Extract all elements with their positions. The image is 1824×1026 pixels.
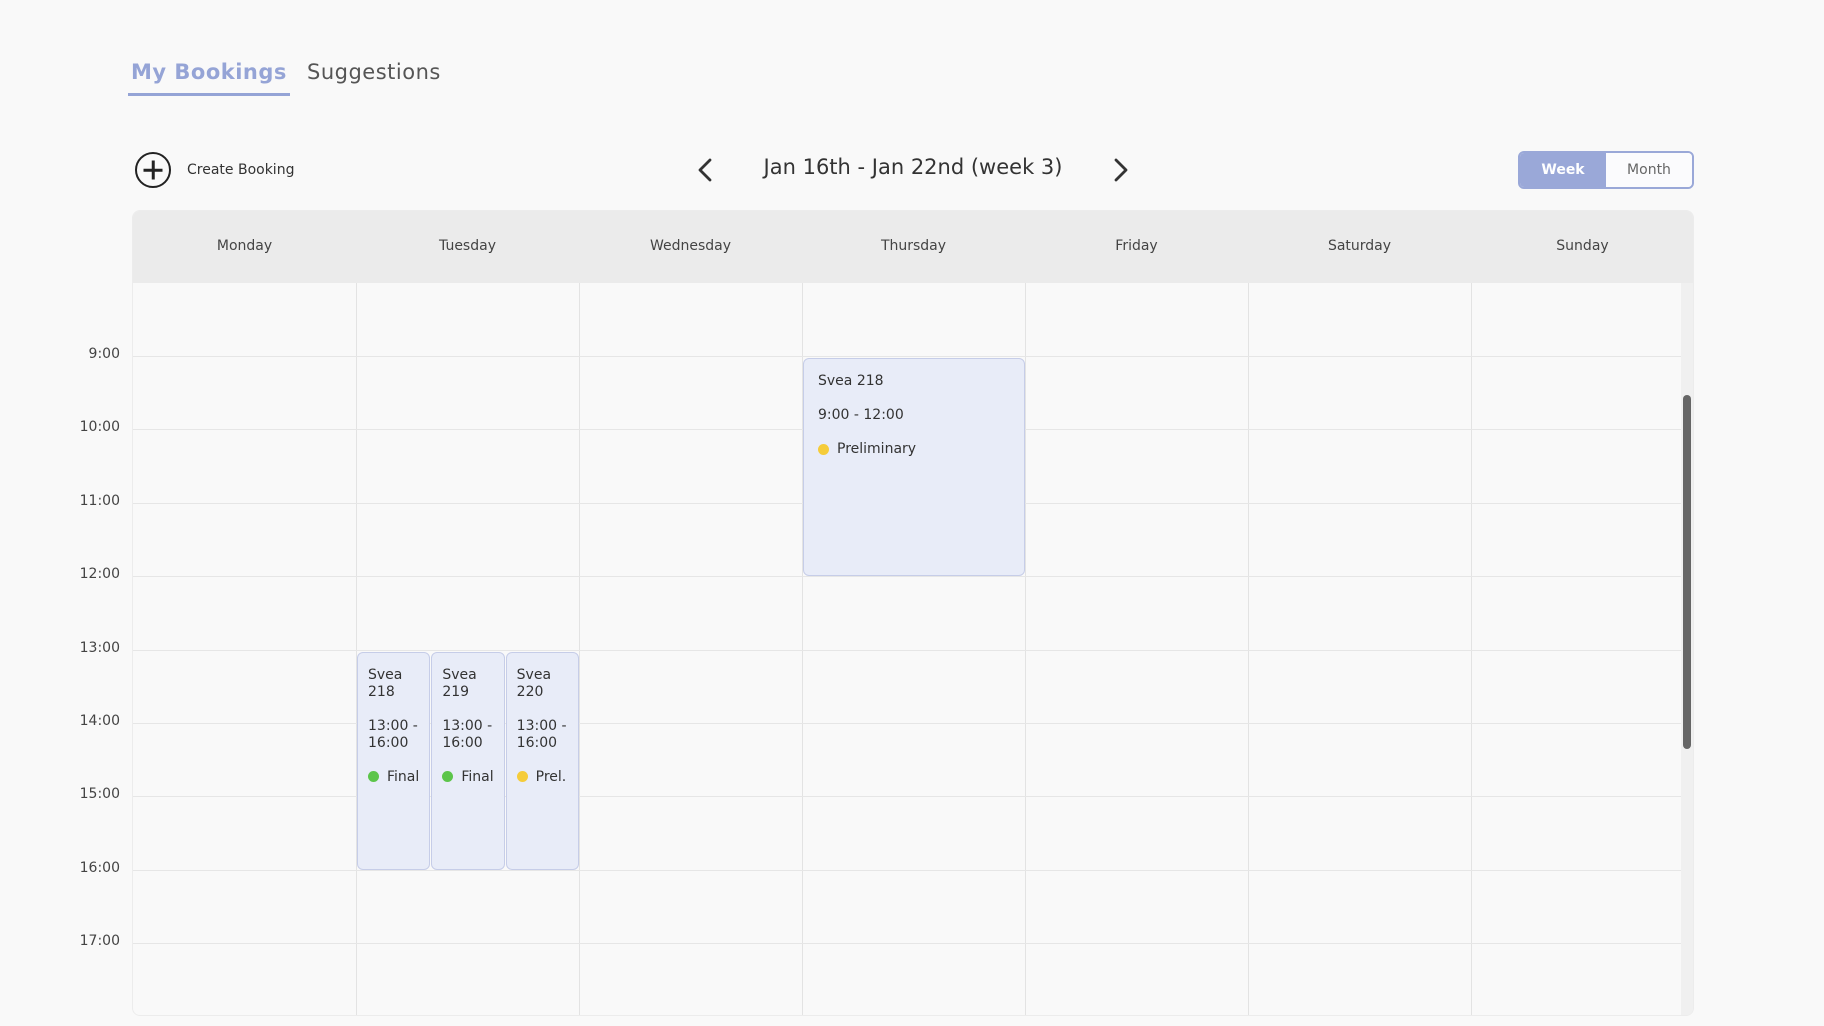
day-header-friday: Friday bbox=[1115, 238, 1158, 254]
view-toggle: Week Month bbox=[1518, 151, 1694, 189]
booking-event[interactable]: Svea 218 13:00 - 16:00 Final bbox=[357, 651, 431, 870]
event-status-label: Prel. bbox=[535, 768, 567, 785]
day-header-saturday: Saturday bbox=[1327, 238, 1392, 254]
hour-line bbox=[133, 576, 1681, 577]
chevron-left-icon[interactable] bbox=[690, 154, 722, 186]
booking-event[interactable]: Svea 220 13:00 - 16:00 Prel. bbox=[505, 651, 579, 870]
time-label: 11:00 bbox=[79, 493, 120, 509]
time-label: 16:00 bbox=[79, 860, 120, 876]
event-title: Svea 219 bbox=[442, 666, 477, 700]
time-label: 14:00 bbox=[79, 713, 120, 729]
event-status: Final bbox=[442, 768, 494, 785]
status-dot-icon bbox=[442, 771, 454, 783]
create-booking-button[interactable]: Create Booking bbox=[135, 148, 294, 192]
time-label: 15:00 bbox=[79, 786, 120, 802]
event-status-label: Final bbox=[461, 768, 494, 785]
day-header-wednesday: Wednesday bbox=[649, 238, 732, 254]
month-view-button[interactable]: Month bbox=[1606, 153, 1692, 187]
booking-event[interactable]: Svea 219 13:00 - 16:00 Final bbox=[431, 651, 505, 870]
create-booking-label[interactable]: Create Booking bbox=[187, 162, 294, 178]
hour-line bbox=[133, 356, 1681, 357]
event-status: Final bbox=[368, 769, 419, 785]
scrollbar-thumb[interactable] bbox=[1683, 395, 1691, 749]
time-label: 13:00 bbox=[79, 640, 120, 656]
plus-circle-icon[interactable] bbox=[135, 152, 171, 188]
status-dot-icon bbox=[516, 771, 528, 783]
previous-week-button[interactable] bbox=[690, 154, 722, 186]
event-status-label: Preliminary bbox=[837, 441, 917, 457]
time-label: 12:00 bbox=[79, 566, 120, 582]
event-title: Svea 218 bbox=[818, 373, 884, 389]
hour-line bbox=[133, 650, 1681, 651]
day-header-thursday: Thursday bbox=[880, 238, 947, 254]
next-week-button[interactable] bbox=[1104, 154, 1136, 186]
status-dot-icon bbox=[368, 771, 379, 783]
chevron-right-icon[interactable] bbox=[1104, 154, 1136, 186]
time-label: 10:00 bbox=[79, 419, 120, 435]
week-view-button[interactable]: Week bbox=[1520, 153, 1606, 187]
event-status-label: Final bbox=[387, 768, 420, 785]
week-calendar: Monday Tuesday Wednesday Thursday Friday Satu… bbox=[132, 210, 1694, 1016]
week-range-label: Jan 16th - Jan 22nd (week 3) bbox=[763, 155, 1063, 179]
day-header-sunday: Sunday bbox=[1556, 238, 1609, 254]
event-title: Svea 220 bbox=[516, 666, 552, 700]
booking-event[interactable]: Svea 218 9:00 - 12:00 Preliminary bbox=[803, 358, 1025, 577]
hour-line bbox=[133, 870, 1681, 871]
day-header-row: Monday Tuesday Wednesday Thursday Friday Satu… bbox=[133, 211, 1693, 283]
event-time: 13:00 - 16:00 bbox=[368, 717, 418, 751]
time-label: 17:00 bbox=[79, 933, 120, 949]
day-header-tuesday: Tuesday bbox=[439, 238, 496, 254]
event-status: Preliminary bbox=[818, 441, 916, 457]
hour-line bbox=[133, 943, 1681, 944]
event-time: 13:00 - 16:00 bbox=[442, 717, 493, 751]
tab-my-bookings[interactable]: My Bookings bbox=[128, 56, 290, 96]
status-dot-icon bbox=[818, 443, 829, 455]
event-status: Prel. bbox=[516, 768, 567, 785]
event-time: 9:00 - 12:00 bbox=[818, 407, 904, 423]
tab-suggestions[interactable]: Suggestions bbox=[304, 56, 444, 93]
time-label: 9:00 bbox=[88, 346, 120, 362]
event-title: Svea 218 bbox=[368, 666, 403, 700]
event-time: 13:00 - 16:00 bbox=[516, 717, 567, 751]
day-header-monday: Monday bbox=[216, 238, 273, 254]
